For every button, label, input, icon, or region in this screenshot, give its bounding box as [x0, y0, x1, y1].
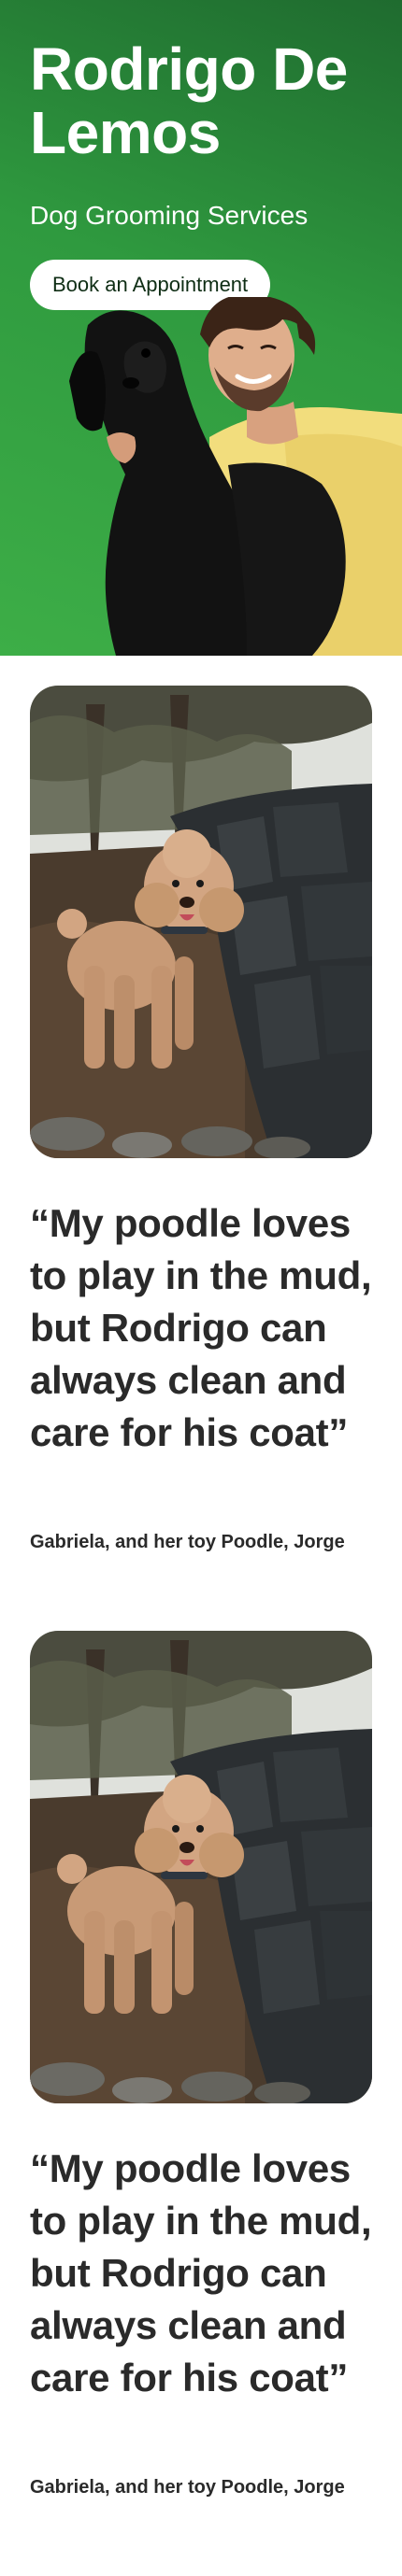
testimonial-quote: “My poodle loves to play in the mud, but…	[30, 2146, 372, 2399]
poodle-photo	[30, 1631, 372, 2103]
hero-title: Rodrigo De Lemos	[30, 35, 348, 166]
testimonial-card: “My poodle loves to play in the mud, but…	[0, 686, 402, 1631]
testimonial-card: “My poodle loves to play in the mud, but…	[0, 1631, 402, 2576]
testimonial-attribution: Gabriela, and her toy Poodle, Jorge	[30, 2477, 345, 2498]
poodle-photo	[30, 686, 372, 1158]
hero-section: Rodrigo De Lemos Dog Grooming Services B…	[0, 0, 402, 656]
hero-subtitle: Dog Grooming Services	[30, 201, 309, 230]
testimonial-quote: “My poodle loves to play in the mud, but…	[30, 1201, 372, 1454]
groomer-with-dog-photo	[69, 297, 402, 656]
testimonial-attribution: Gabriela, and her toy Poodle, Jorge	[30, 1532, 345, 1552]
